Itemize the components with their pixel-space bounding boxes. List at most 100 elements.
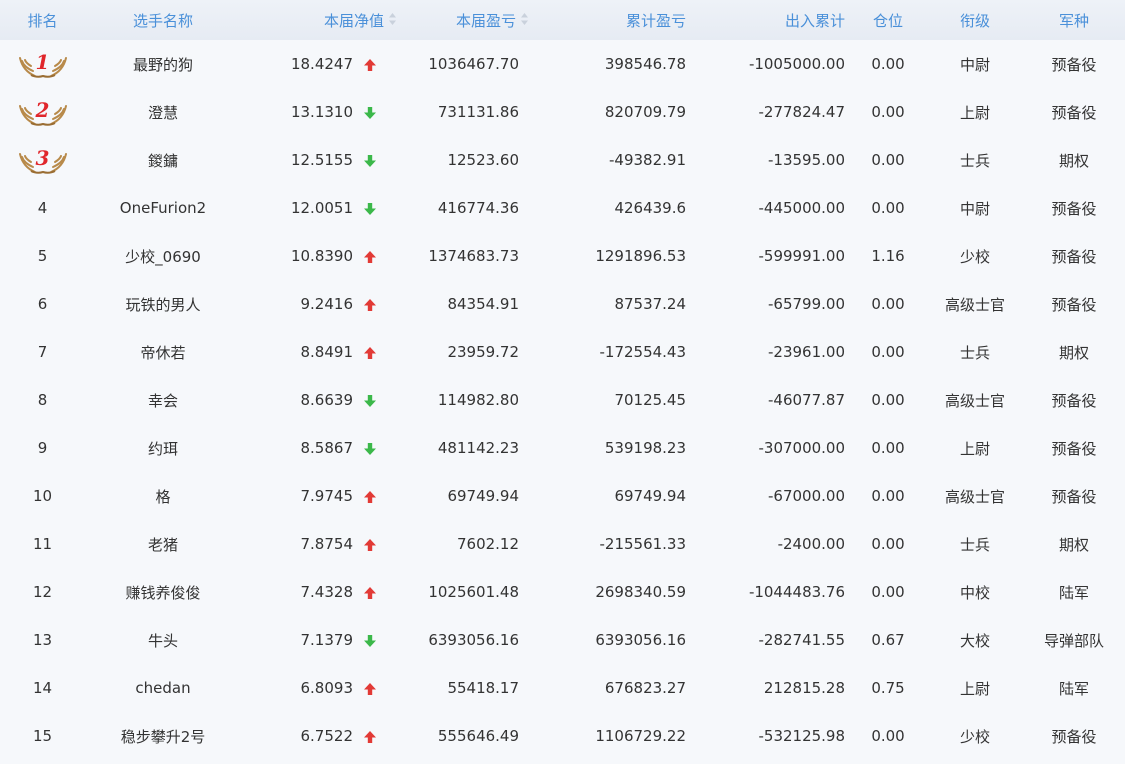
player-name[interactable]: 玩铁的男人	[85, 280, 241, 328]
header-pnl-sortable[interactable]: 本届盈亏	[403, 0, 533, 40]
branch-value: 预备役	[1051, 727, 1097, 746]
rank-number: 4	[37, 199, 48, 217]
player-name[interactable]: 少校_0690	[85, 232, 241, 280]
header-nav-sortable[interactable]: 本届净值	[241, 0, 403, 40]
trend-cell	[361, 280, 403, 328]
position-value: 0.00	[871, 727, 905, 745]
trend-cell	[361, 664, 403, 712]
table-row[interactable]: 13 牛头 7.1379 6393056.16 6393056.16 -2827…	[0, 616, 1125, 664]
pnl-value: 1036467.70	[428, 55, 520, 73]
branch-value: 导弹部队	[1044, 631, 1105, 650]
trend-cell	[361, 568, 403, 616]
pnl-value: 12523.60	[447, 151, 520, 169]
branch-value: 预备役	[1051, 439, 1097, 458]
nav-value: 7.4328	[300, 583, 354, 601]
player-name[interactable]: 牛头	[85, 616, 241, 664]
rank-cell: 4	[0, 184, 85, 232]
wings-icon: 1	[17, 49, 69, 79]
ranking-table: 排名 选手名称 本届净值 本届盈亏 累计盈亏 出入累计 仓位 衔级 军种 1 最…	[0, 0, 1125, 760]
header-branch: 军种	[1059, 11, 1090, 30]
player-name[interactable]: 赚钱养俊俊	[85, 568, 241, 616]
player-name[interactable]: 稳步攀升2号	[85, 712, 241, 760]
nav-value: 7.8754	[300, 535, 354, 553]
player-name[interactable]: 最野的狗	[85, 40, 241, 88]
rank-number: 13	[32, 631, 53, 649]
position-value: 0.00	[871, 343, 905, 361]
table-row[interactable]: 2 澄慧 13.1310 731131.86 820709.79 -277824…	[0, 88, 1125, 136]
sort-updown-icon[interactable]	[388, 12, 397, 30]
arrow-down-icon	[363, 154, 377, 168]
player-name[interactable]: 鍐鏞	[85, 136, 241, 184]
cumulative-pnl-value: 398546.78	[604, 55, 687, 73]
position-value: 0.00	[871, 487, 905, 505]
pnl-value: 6393056.16	[428, 631, 520, 649]
table-row[interactable]: 8 幸会 8.6639 114982.80 70125.45 -46077.87…	[0, 376, 1125, 424]
nav-value: 13.1310	[290, 103, 353, 121]
table-row[interactable]: 11 老猪 7.8754 7602.12 -215561.33 -2400.00…	[0, 520, 1125, 568]
table-row[interactable]: 12 赚钱养俊俊 7.4328 1025601.48 2698340.59 -1…	[0, 568, 1125, 616]
table-row[interactable]: 4 OneFurion2 12.0051 416774.36 426439.6 …	[0, 184, 1125, 232]
position-value: 0.00	[871, 391, 905, 409]
rank-number: 15	[32, 727, 53, 745]
cumulative-pnl-value: 70125.45	[614, 391, 687, 409]
trend-cell	[361, 520, 403, 568]
cash-flow-value: 212815.28	[763, 679, 846, 697]
branch-value: 预备役	[1051, 487, 1097, 506]
player-name[interactable]: 约珥	[85, 424, 241, 472]
rank-title-value: 高级士官	[945, 391, 1006, 410]
header-cumulative-pnl: 累计盈亏	[626, 11, 687, 30]
arrow-up-icon	[363, 586, 377, 600]
table-row[interactable]: 6 玩铁的男人 9.2416 84354.91 87537.24 -65799.…	[0, 280, 1125, 328]
nav-value: 18.4247	[290, 55, 353, 73]
medal-rank-number: 1	[35, 50, 50, 74]
table-row[interactable]: 14 chedan 6.8093 55418.17 676823.27 2128…	[0, 664, 1125, 712]
rank-title-value: 中尉	[960, 199, 991, 218]
pnl-value: 416774.36	[437, 199, 520, 217]
table-row[interactable]: 9 约珥 8.5867 481142.23 539198.23 -307000.…	[0, 424, 1125, 472]
nav-value: 10.8390	[290, 247, 353, 265]
player-name[interactable]: 澄慧	[85, 88, 241, 136]
player-name[interactable]: chedan	[85, 664, 241, 712]
header-pnl-label: 本届盈亏	[456, 11, 517, 30]
wings-icon: 2	[17, 97, 69, 127]
pnl-value: 7602.12	[456, 535, 520, 553]
table-row[interactable]: 7 帝休若 8.8491 23959.72 -172554.43 -23961.…	[0, 328, 1125, 376]
arrow-up-icon	[363, 58, 377, 72]
header-nav-label: 本届净值	[324, 11, 385, 30]
trend-cell	[361, 232, 403, 280]
nav-value: 9.2416	[300, 295, 354, 313]
player-name[interactable]: 格	[85, 472, 241, 520]
cash-flow-value: -65799.00	[768, 295, 846, 313]
nav-value: 12.5155	[290, 151, 353, 169]
branch-value: 预备役	[1051, 199, 1097, 218]
sort-updown-icon[interactable]	[520, 12, 529, 30]
cumulative-pnl-value: 820709.79	[604, 103, 687, 121]
player-name[interactable]: OneFurion2	[85, 184, 241, 232]
rank-cell: 14	[0, 664, 85, 712]
branch-value: 预备役	[1051, 247, 1097, 266]
table-row[interactable]: 15 稳步攀升2号 6.7522 555646.49 1106729.22 -5…	[0, 712, 1125, 760]
cash-flow-value: -67000.00	[768, 487, 846, 505]
position-value: 0.75	[871, 679, 905, 697]
rank-title-value: 高级士官	[945, 487, 1006, 506]
rank-cell: 15	[0, 712, 85, 760]
player-name[interactable]: 幸会	[85, 376, 241, 424]
pnl-value: 69749.94	[447, 487, 520, 505]
player-name[interactable]: 帝休若	[85, 328, 241, 376]
cumulative-pnl-value: 539198.23	[604, 439, 687, 457]
table-row[interactable]: 5 少校_0690 10.8390 1374683.73 1291896.53 …	[0, 232, 1125, 280]
arrow-up-icon	[363, 346, 377, 360]
table-row[interactable]: 3 鍐鏞 12.5155 12523.60 -49382.91 -13595.0…	[0, 136, 1125, 184]
player-name[interactable]: 老猪	[85, 520, 241, 568]
pnl-value: 731131.86	[437, 103, 520, 121]
header-rank-title: 衔级	[960, 11, 991, 30]
cash-flow-value: -532125.98	[758, 727, 846, 745]
position-value: 1.16	[871, 247, 905, 265]
rank-cell: 8	[0, 376, 85, 424]
rank-cell: 11	[0, 520, 85, 568]
position-value: 0.00	[871, 583, 905, 601]
pnl-value: 23959.72	[447, 343, 520, 361]
table-row[interactable]: 10 格 7.9745 69749.94 69749.94 -67000.00 …	[0, 472, 1125, 520]
table-row[interactable]: 1 最野的狗 18.4247 1036467.70 398546.78 -100…	[0, 40, 1125, 88]
rank-number: 6	[37, 295, 48, 313]
